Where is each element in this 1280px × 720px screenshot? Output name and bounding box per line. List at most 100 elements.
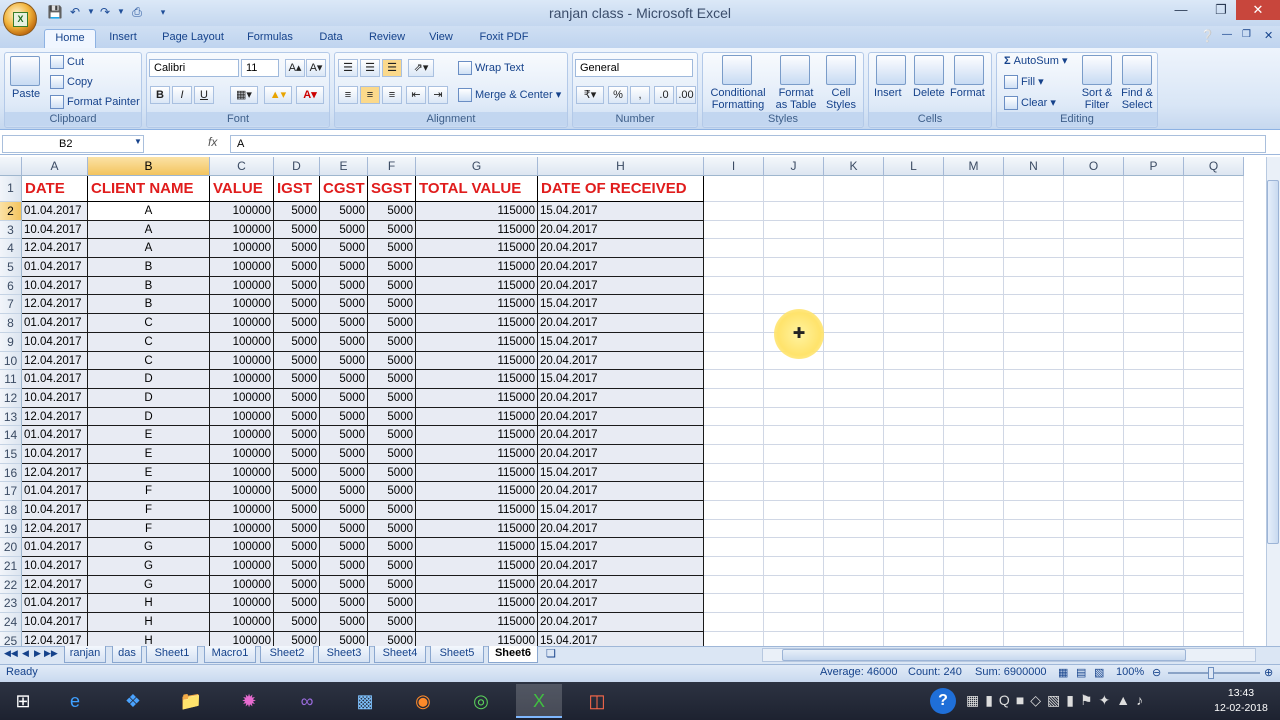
data-cell[interactable]: 20.04.2017 [538,594,704,614]
data-cell[interactable]: 20.04.2017 [538,351,704,371]
empty-cell[interactable] [824,631,884,646]
empty-cell[interactable] [824,463,884,483]
data-cell[interactable]: H [88,594,210,614]
empty-cell[interactable] [704,557,764,576]
empty-cell[interactable] [884,575,944,595]
column-header-c[interactable]: C [210,157,274,176]
empty-cell[interactable] [884,202,944,221]
empty-cell[interactable] [764,444,824,464]
data-cell[interactable]: 100000 [210,631,274,646]
paste-icon[interactable] [10,56,40,86]
empty-cell[interactable] [944,557,1004,576]
data-cell[interactable]: 115000 [416,332,538,352]
data-cell[interactable]: 115000 [416,575,538,595]
data-cell[interactable]: 20.04.2017 [538,482,704,501]
tab-formulas[interactable]: Formulas [242,29,298,48]
tab-review[interactable]: Review [364,29,410,48]
data-cell[interactable]: 5000 [320,463,368,483]
empty-cell[interactable] [944,463,1004,483]
column-header-q[interactable]: Q [1184,157,1244,176]
empty-cell[interactable] [1184,575,1244,595]
page-layout-view-icon[interactable]: ▤ [1076,666,1086,679]
data-cell[interactable]: 01.04.2017 [22,202,88,221]
empty-cell[interactable] [764,370,824,389]
empty-cell[interactable] [884,388,944,408]
data-cell[interactable]: 100000 [210,370,274,389]
name-box-dropdown-icon[interactable]: ▼ [134,137,142,146]
data-cell[interactable]: 115000 [416,295,538,315]
normal-view-icon[interactable]: ▦ [1058,666,1068,679]
data-cell[interactable]: 15.04.2017 [538,501,704,520]
data-cell[interactable]: 100000 [210,444,274,464]
empty-cell[interactable] [1124,176,1184,202]
data-cell[interactable]: 20.04.2017 [538,314,704,333]
data-cell[interactable]: 12.04.2017 [22,407,88,427]
data-cell[interactable]: 5000 [274,594,320,614]
data-cell[interactable]: 5000 [368,631,416,646]
shrink-font-icon[interactable]: A▾ [306,59,326,77]
data-cell[interactable]: 12.04.2017 [22,631,88,646]
sheet-tab-sheet4[interactable]: Sheet4 [374,646,426,663]
data-cell[interactable]: 20.04.2017 [538,220,704,240]
data-cell[interactable]: 100000 [210,388,274,408]
empty-cell[interactable] [1124,295,1184,315]
tab-view[interactable]: View [422,29,460,48]
header-cell[interactable]: TOTAL VALUE [416,176,538,202]
empty-cell[interactable] [764,557,824,576]
empty-cell[interactable] [884,482,944,501]
column-header-m[interactable]: M [944,157,1004,176]
empty-cell[interactable] [824,594,884,614]
data-cell[interactable]: 115000 [416,482,538,501]
sort-filter-button[interactable]: Sort & Filter [1078,87,1116,111]
header-cell[interactable]: DATE OF RECEIVED [538,176,704,202]
taskbar-clock[interactable]: 13:43 12-02-2018 [1208,686,1274,716]
empty-cell[interactable] [1004,314,1064,333]
insert-cells-button[interactable]: Insert [874,87,902,99]
empty-cell[interactable] [1004,463,1064,483]
empty-cell[interactable] [884,370,944,389]
empty-cell[interactable] [884,519,944,539]
empty-cell[interactable] [884,557,944,576]
empty-cell[interactable] [944,276,1004,296]
data-cell[interactable]: 5000 [320,332,368,352]
empty-cell[interactable] [824,575,884,595]
row-header[interactable]: 11 [0,370,22,389]
empty-cell[interactable] [764,258,824,277]
horizontal-scroll-thumb[interactable] [782,649,1186,661]
select-all-corner[interactable] [0,157,22,176]
empty-cell[interactable] [1064,220,1124,240]
empty-cell[interactable] [884,444,944,464]
data-cell[interactable]: 115000 [416,407,538,427]
align-middle-icon[interactable]: ☰ [360,59,380,77]
empty-cell[interactable] [1184,258,1244,277]
borders-icon[interactable]: ▦▾ [230,86,258,104]
empty-cell[interactable] [1064,482,1124,501]
empty-cell[interactable] [944,295,1004,315]
empty-cell[interactable] [1184,351,1244,371]
data-cell[interactable]: 5000 [320,220,368,240]
data-cell[interactable]: 20.04.2017 [538,444,704,464]
empty-cell[interactable] [944,444,1004,464]
data-cell[interactable]: 115000 [416,538,538,558]
empty-cell[interactable] [944,519,1004,539]
data-cell[interactable]: 10.04.2017 [22,220,88,240]
data-cell[interactable]: 100000 [210,613,274,632]
data-cell[interactable]: 5000 [274,239,320,259]
data-cell[interactable]: C [88,351,210,371]
data-cell[interactable]: 5000 [368,239,416,259]
empty-cell[interactable] [1124,426,1184,445]
data-cell[interactable]: 01.04.2017 [22,370,88,389]
row-header[interactable]: 7 [0,295,22,315]
empty-cell[interactable] [884,351,944,371]
data-cell[interactable]: 5000 [274,575,320,595]
header-cell[interactable]: VALUE [210,176,274,202]
data-cell[interactable]: 01.04.2017 [22,314,88,333]
empty-cell[interactable] [704,482,764,501]
paste-button[interactable]: Paste [12,88,40,100]
empty-cell[interactable] [764,239,824,259]
data-cell[interactable]: 20.04.2017 [538,388,704,408]
empty-cell[interactable] [704,538,764,558]
data-cell[interactable]: 115000 [416,351,538,371]
increase-indent-icon[interactable]: ⇥ [428,86,448,104]
empty-cell[interactable] [944,202,1004,221]
